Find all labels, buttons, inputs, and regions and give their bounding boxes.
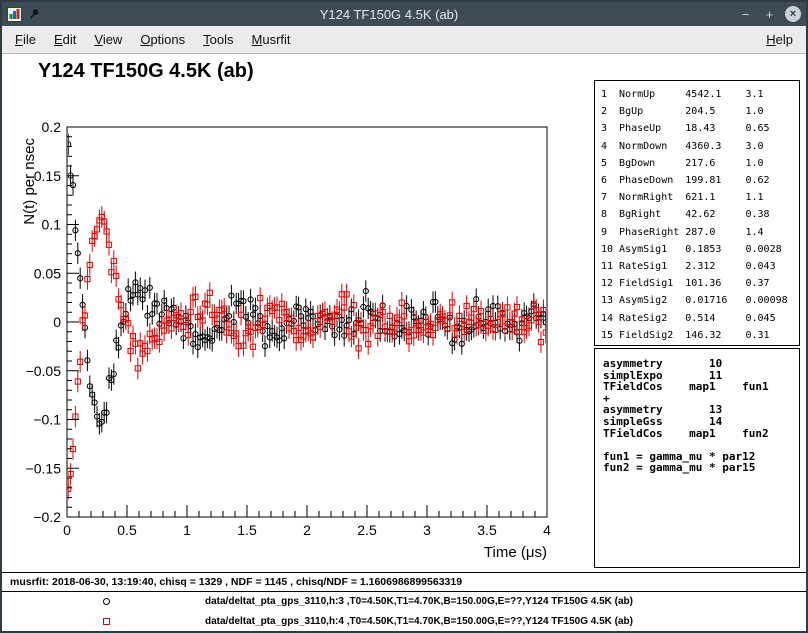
svg-text:1.5: 1.5 bbox=[237, 522, 257, 538]
window-title: Y124 TF150G 4.5K (ab) bbox=[41, 7, 737, 22]
svg-text:−0.2: −0.2 bbox=[33, 509, 61, 525]
fit-info: musrfit: 2018-06-30, 13:19:40, chisq = 1… bbox=[10, 576, 462, 588]
svg-text:2.5: 2.5 bbox=[357, 522, 377, 538]
svg-text:−0.15: −0.15 bbox=[26, 460, 62, 476]
menu-tools[interactable]: Tools bbox=[194, 27, 242, 52]
svg-text:1: 1 bbox=[183, 522, 191, 538]
legend-label: data/deltat_pta_gps_3110,h:4 ,T0=4.50K,T… bbox=[205, 616, 633, 627]
canvas: Y124 TF150G 4.5K (ab) 0 0.5 1 1.5 2 2.5 3 3.5 4 −… bbox=[2, 54, 806, 631]
menu-options[interactable]: Options bbox=[131, 27, 194, 52]
separator-line bbox=[2, 572, 806, 573]
svg-text:0.1: 0.1 bbox=[42, 217, 62, 233]
titlebar[interactable]: Y124 TF150G 4.5K (ab) − + × bbox=[2, 2, 806, 26]
legend-row: data/deltat_pta_gps_3110,h:4 ,T0=4.50K,T… bbox=[2, 612, 806, 631]
legend-circle-marker-icon bbox=[103, 598, 110, 605]
svg-text:0.05: 0.05 bbox=[34, 265, 61, 281]
parameter-box: 1 NormUp 4542.1 3.1 2 BgUp 204.5 1.0 3 P… bbox=[594, 80, 800, 346]
svg-text:0.5: 0.5 bbox=[117, 522, 137, 538]
close-button[interactable]: × bbox=[785, 6, 801, 22]
svg-text:0: 0 bbox=[63, 522, 71, 538]
svg-text:0: 0 bbox=[53, 314, 61, 330]
svg-text:−0.05: −0.05 bbox=[26, 363, 62, 379]
theory-lines: asymmetry 10 simplExpo 11 TFieldCos map1… bbox=[595, 349, 799, 474]
series-square bbox=[66, 206, 549, 499]
x-axis-label: Time (μs) bbox=[484, 544, 547, 561]
legend-label: data/deltat_pta_gps_3110,h:3 ,T0=4.50K,T… bbox=[205, 596, 633, 607]
parameter-lines: 1 NormUp 4542.1 3.1 2 BgUp 204.5 1.0 3 P… bbox=[595, 81, 799, 344]
menu-musrfit[interactable]: Musrfit bbox=[243, 27, 300, 52]
svg-text:4: 4 bbox=[543, 522, 551, 538]
svg-text:3: 3 bbox=[423, 522, 431, 538]
plot-svg[interactable]: 0 0.5 1 1.5 2 2.5 3 3.5 4 −0.2 −0.15 −0.1 −0.05 0 0.05… bbox=[20, 114, 582, 574]
menu-file[interactable]: File bbox=[6, 27, 45, 52]
menu-edit[interactable]: Edit bbox=[45, 27, 85, 52]
app-icon bbox=[7, 7, 22, 22]
svg-text:−0.1: −0.1 bbox=[33, 412, 61, 428]
legend-row: data/deltat_pta_gps_3110,h:3 ,T0=4.50K,T… bbox=[2, 592, 806, 612]
theory-box: asymmetry 10 simplExpo 11 TFieldCos map1… bbox=[594, 348, 800, 568]
svg-text:3.5: 3.5 bbox=[477, 522, 497, 538]
maximize-button[interactable]: + bbox=[761, 6, 778, 23]
plot-title: Y124 TF150G 4.5K (ab) bbox=[38, 60, 254, 83]
application-window: Y124 TF150G 4.5K (ab) − + × FileEditView… bbox=[0, 0, 808, 633]
y-axis-label: N(t) per nsec bbox=[21, 138, 38, 225]
pin-icon[interactable] bbox=[27, 7, 41, 21]
svg-text:2: 2 bbox=[303, 522, 311, 538]
legend: data/deltat_pta_gps_3110,h:3 ,T0=4.50K,T… bbox=[2, 592, 806, 631]
menu-view[interactable]: View bbox=[85, 27, 131, 52]
minimize-button[interactable]: − bbox=[737, 6, 754, 23]
menubar: FileEditViewOptionsToolsMusrfit Help bbox=[2, 26, 806, 54]
series-circle bbox=[66, 134, 549, 435]
legend-square-marker-icon bbox=[103, 618, 110, 625]
svg-text:0.2: 0.2 bbox=[42, 119, 62, 135]
menu-help[interactable]: Help bbox=[757, 27, 802, 52]
